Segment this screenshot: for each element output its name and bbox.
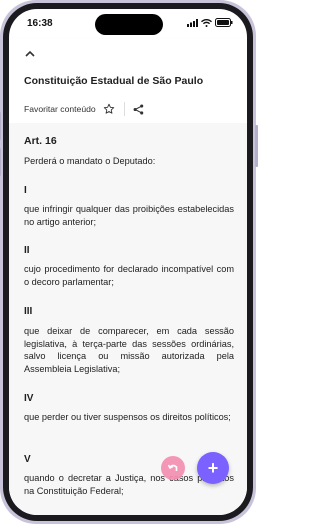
- battery-icon: [215, 18, 233, 27]
- favorite-label[interactable]: Favoritar conteúdo: [24, 104, 96, 114]
- header-actions: Favoritar conteúdo: [24, 102, 144, 116]
- undo-icon: [167, 464, 178, 471]
- status-icons: [187, 18, 233, 27]
- page-title: Constituição Estadual de São Paulo: [24, 75, 204, 87]
- chevron-up-icon[interactable]: [23, 47, 37, 61]
- undo-fab[interactable]: [161, 456, 185, 480]
- phone-frame: 16:38 Constituição Estadual de São Paulo…: [0, 0, 258, 524]
- star-icon[interactable]: [103, 103, 115, 115]
- dynamic-island: [95, 14, 163, 35]
- volume-up-button: [0, 112, 1, 140]
- wifi-icon: [201, 18, 212, 27]
- item-number: V: [24, 454, 31, 465]
- plus-icon: +: [207, 458, 219, 478]
- action-divider: [123, 102, 125, 116]
- power-button: [255, 125, 258, 167]
- app-header: Constituição Estadual de São Paulo Favor…: [9, 39, 247, 123]
- article-number: Art. 16: [24, 135, 57, 147]
- status-bar: 16:38: [9, 9, 247, 39]
- volume-down-button: [0, 148, 1, 176]
- item-text: que infringir qualquer das proibições es…: [24, 204, 234, 227]
- item-text: que perder ou tiver suspensos os direito…: [24, 412, 231, 422]
- item-text: que deixar de comparecer, em cada sessão…: [24, 326, 234, 374]
- item-text: cujo procedimento for declarado incompat…: [24, 264, 234, 287]
- app-screen: 16:38 Constituição Estadual de São Paulo…: [9, 9, 247, 515]
- item-number: II: [24, 245, 30, 256]
- item-number: IV: [24, 393, 34, 404]
- share-icon[interactable]: [133, 103, 144, 115]
- item-number: III: [24, 306, 33, 317]
- article-intro: Perderá o mandato o Deputado:: [24, 156, 156, 166]
- status-time: 16:38: [27, 18, 53, 29]
- add-fab[interactable]: +: [197, 452, 229, 484]
- signal-icon: [187, 18, 198, 27]
- item-number: I: [24, 185, 27, 196]
